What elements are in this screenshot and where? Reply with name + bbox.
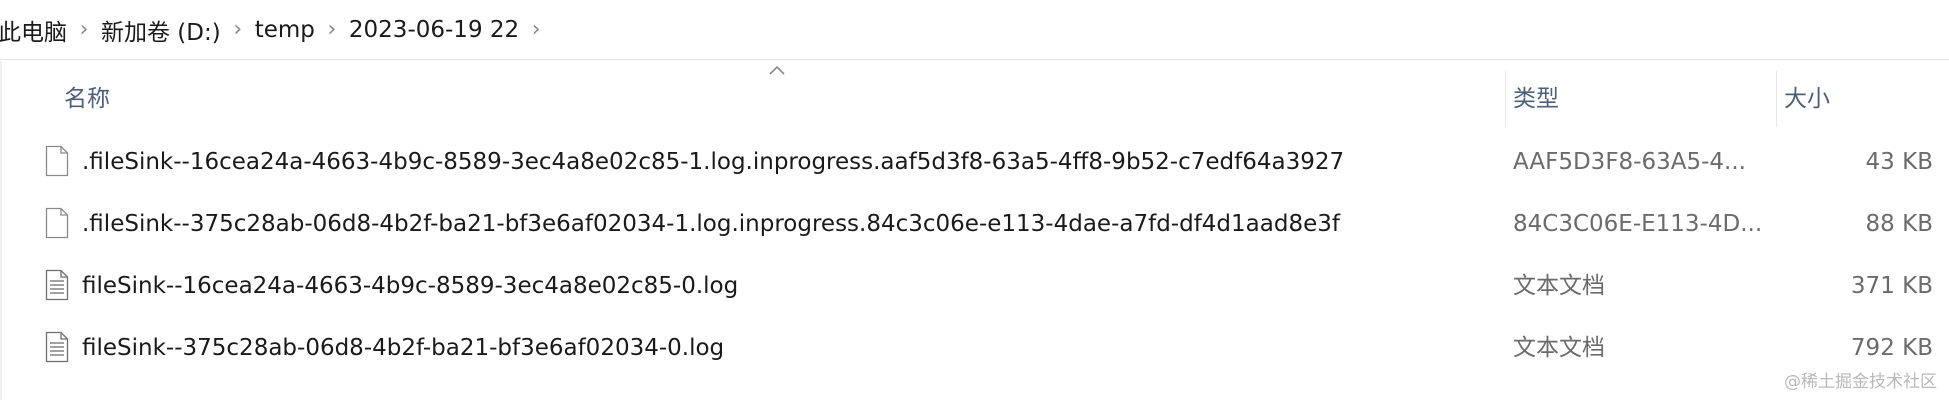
- breadcrumb-item-temp[interactable]: temp: [253, 17, 317, 43]
- breadcrumb-item-this-pc[interactable]: 此电脑: [0, 13, 69, 47]
- file-row[interactable]: fileSink--375c28ab-06d8-4b2f-ba21-bf3e6a…: [0, 317, 1949, 379]
- column-header-name[interactable]: 名称: [64, 61, 110, 131]
- file-type: 文本文档: [1513, 335, 1605, 361]
- text-document-icon: [45, 269, 69, 301]
- column-header-row: 名称 类型 大小: [0, 61, 1949, 131]
- file-name: fileSink--16cea24a-4663-4b9c-8589-3ec4a8…: [82, 273, 739, 299]
- sort-ascending-icon: [769, 65, 785, 75]
- file-explorer: 此电脑 › 新加卷 (D:) › temp › 2023-06-19 22 › …: [0, 0, 1949, 400]
- file-name: fileSink--375c28ab-06d8-4b2f-ba21-bf3e6a…: [82, 335, 725, 361]
- text-document-icon: [45, 331, 69, 363]
- chevron-right-icon[interactable]: ›: [317, 17, 347, 42]
- breadcrumb-item-current-folder[interactable]: 2023-06-19 22: [347, 17, 521, 43]
- blank-file-icon: [45, 145, 69, 177]
- chevron-right-icon[interactable]: ›: [521, 17, 551, 42]
- chevron-right-icon[interactable]: ›: [69, 17, 99, 42]
- column-divider[interactable]: [1776, 71, 1777, 127]
- file-row[interactable]: .fileSink--375c28ab-06d8-4b2f-ba21-bf3e6…: [0, 193, 1949, 255]
- file-list: .fileSink--16cea24a-4663-4b9c-8589-3ec4a…: [0, 131, 1949, 379]
- file-type: 文本文档: [1513, 273, 1605, 299]
- file-type: AAF5D3F8-63A5-4...: [1513, 149, 1746, 175]
- column-divider[interactable]: [1505, 71, 1506, 127]
- file-name: .fileSink--375c28ab-06d8-4b2f-ba21-bf3e6…: [82, 211, 1340, 237]
- column-header-size[interactable]: 大小: [1784, 61, 1830, 131]
- file-size: 371 KB: [1850, 273, 1933, 299]
- column-header-type[interactable]: 类型: [1513, 61, 1559, 131]
- file-row[interactable]: .fileSink--16cea24a-4663-4b9c-8589-3ec4a…: [0, 131, 1949, 193]
- watermark: @稀土掘金技术社区: [1784, 372, 1937, 392]
- file-row[interactable]: fileSink--16cea24a-4663-4b9c-8589-3ec4a8…: [0, 255, 1949, 317]
- blank-file-icon: [45, 207, 69, 239]
- breadcrumb: 此电脑 › 新加卷 (D:) › temp › 2023-06-19 22 ›: [0, 0, 1949, 60]
- file-type: 84C3C06E-E113-4D...: [1513, 211, 1763, 237]
- chevron-right-icon[interactable]: ›: [223, 17, 253, 42]
- file-name: .fileSink--16cea24a-4663-4b9c-8589-3ec4a…: [82, 149, 1345, 175]
- file-size: 88 KB: [1865, 211, 1933, 237]
- file-size: 43 KB: [1865, 149, 1933, 175]
- breadcrumb-item-drive[interactable]: 新加卷 (D:): [99, 13, 223, 47]
